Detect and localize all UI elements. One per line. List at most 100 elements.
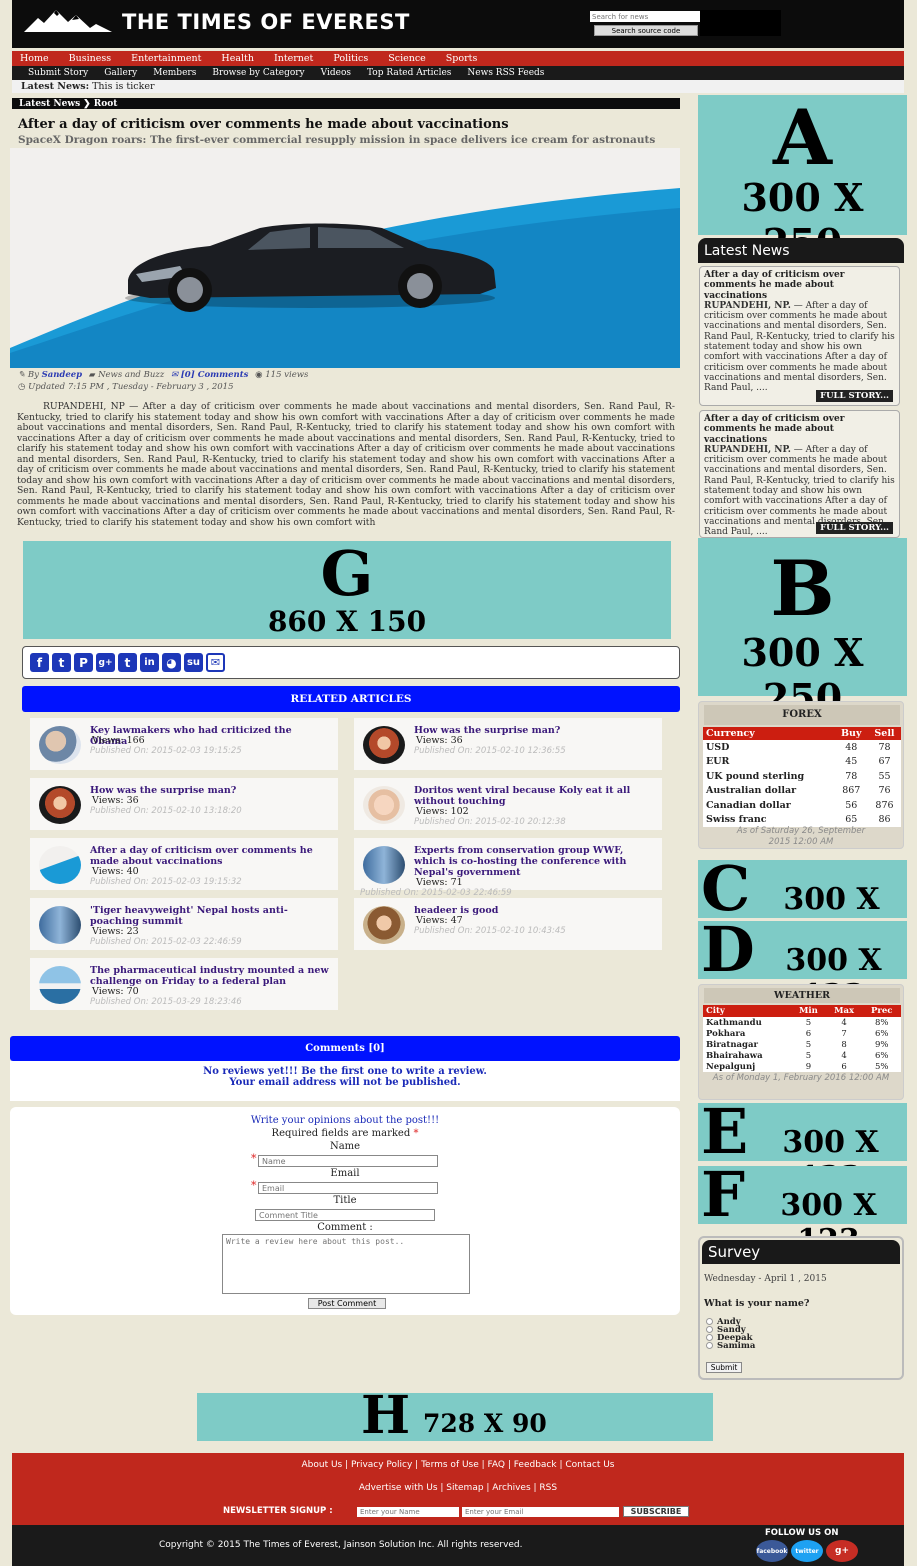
twitter-icon[interactable]: twitter [791, 1540, 823, 1562]
comments-link[interactable]: [0] Comments [181, 370, 249, 380]
radio-button[interactable] [706, 1342, 713, 1349]
ticker-text[interactable]: This is ticker [92, 81, 154, 92]
share-bar: f t P g+ t in ◕ su ✉ [22, 646, 680, 679]
related-item[interactable]: How was the surprise man? Views: 36 Publ… [354, 718, 662, 770]
related-title[interactable]: The pharmaceutical industry mounted a ne… [90, 965, 332, 987]
related-title[interactable]: 'Tiger heavyweight' Nepal hosts anti-poa… [90, 905, 332, 927]
ad-slot-e[interactable]: E 300 X 123 [698, 1097, 907, 1195]
mountain-logo-icon[interactable] [24, 6, 112, 34]
latest-news-heading: Latest News [698, 238, 904, 263]
ad-e-letter: E [701, 1095, 749, 1168]
name-field[interactable] [258, 1155, 438, 1167]
nav-home[interactable]: Home [20, 53, 57, 64]
author-link[interactable]: Sandeep [42, 370, 83, 380]
related-item[interactable]: The pharmaceutical industry mounted a ne… [30, 958, 338, 1010]
nav-internet[interactable]: Internet [274, 53, 321, 64]
sell-rate: 55 [867, 769, 901, 784]
breadcrumb-separator-icon: ❯ [83, 98, 91, 109]
nav-submit-story[interactable]: Submit Story [28, 68, 88, 78]
breadcrumb-root[interactable]: Root [94, 99, 118, 109]
pinterest-icon[interactable]: P [74, 653, 93, 672]
google-plus-icon[interactable]: g+ [96, 653, 115, 672]
nav-science[interactable]: Science [388, 53, 434, 64]
nav-gallery[interactable]: Gallery [104, 68, 137, 78]
radio-button[interactable] [706, 1318, 713, 1325]
published-label: Published On: [414, 817, 473, 827]
search-button[interactable]: Search source code [594, 25, 698, 36]
table-row: Nepalgunj 9 6 5% [703, 1061, 901, 1072]
related-title[interactable]: After a day of criticism over comments h… [90, 845, 332, 867]
reddit-icon[interactable]: ◕ [162, 653, 181, 672]
linkedin-icon[interactable]: in [140, 653, 159, 672]
related-item[interactable]: Experts from conservation group WWF, whi… [354, 838, 662, 898]
search-input[interactable] [590, 11, 718, 22]
title-field[interactable] [255, 1209, 435, 1221]
nav-browse-category[interactable]: Browse by Category [212, 68, 304, 78]
follow-us-label: FOLLOW US ON [765, 1528, 839, 1538]
category-link[interactable]: News and Buzz [98, 370, 164, 380]
google-plus-icon[interactable]: g+ [826, 1540, 858, 1562]
table-row: Pokhara 6 7 6% [703, 1028, 901, 1039]
ad-slot-g[interactable]: G 860 X 150 [23, 541, 671, 639]
table-row: Swiss franc 65 86 [703, 812, 901, 827]
ad-slot-f[interactable]: F 300 X 123 [698, 1160, 907, 1258]
ad-slot-d[interactable]: D 300 X 123 [698, 915, 907, 1013]
tumblr-icon[interactable]: t [118, 653, 137, 672]
footer-links-row-2[interactable]: Advertise with Us | Sitemap | Archives |… [12, 1483, 904, 1493]
table-row: EUR 45 67 [703, 754, 901, 769]
precipitation: 5% [862, 1061, 901, 1072]
currency-name: Australian dollar [703, 783, 835, 798]
ad-slot-h[interactable]: H 728 X 90 [197, 1387, 713, 1445]
related-item[interactable]: After a day of criticism over comments h… [30, 838, 338, 890]
facebook-icon[interactable]: f [30, 653, 49, 672]
nav-videos[interactable]: Videos [321, 68, 351, 78]
post-comment-button[interactable]: Post Comment [308, 1298, 386, 1309]
full-story-button[interactable]: FULL STORY... [816, 522, 893, 534]
radio-button[interactable] [706, 1334, 713, 1341]
related-title[interactable]: Experts from conservation group WWF, whi… [414, 845, 656, 878]
related-item[interactable]: Key lawmakers who had criticized the Oba… [30, 718, 338, 770]
site-title[interactable]: THE TIMES OF EVEREST [122, 10, 410, 34]
related-item[interactable]: 'Tiger heavyweight' Nepal hosts anti-poa… [30, 898, 338, 950]
newsletter-email-input[interactable] [462, 1507, 619, 1517]
related-title[interactable]: Doritos went viral because Koly eat it a… [414, 785, 656, 807]
clock-icon: ◷ [18, 382, 29, 392]
views-count: 40 [126, 866, 139, 877]
twitter-icon[interactable]: t [52, 653, 71, 672]
email-icon[interactable]: ✉ [206, 653, 225, 672]
related-item[interactable]: headeer is good Views: 47 Published On: … [354, 898, 662, 950]
stumbleupon-icon[interactable]: su [184, 653, 203, 672]
subscribe-button[interactable]: SUBSCRIBE [623, 1506, 689, 1517]
thumbnail-image [39, 846, 81, 884]
survey-option[interactable]: Samima [706, 1342, 755, 1350]
nav-business[interactable]: Business [69, 53, 120, 64]
nav-sports[interactable]: Sports [446, 53, 486, 64]
breadcrumb-latest-news[interactable]: Latest News [19, 99, 80, 109]
related-item[interactable]: Doritos went viral because Koly eat it a… [354, 778, 662, 830]
thumbnail-image [39, 906, 81, 944]
ad-slot-c[interactable]: C 300 X 123 [698, 854, 907, 952]
ad-slot-b[interactable]: B 300 X 250 [698, 538, 907, 720]
news-card-title[interactable]: After a day of criticism over comments h… [704, 414, 844, 445]
related-item[interactable]: How was the surprise man? Views: 36 Publ… [30, 778, 338, 830]
email-field[interactable] [258, 1182, 438, 1194]
newsletter-name-input[interactable] [357, 1507, 459, 1517]
nav-top-rated[interactable]: Top Rated Articles [367, 68, 451, 78]
facebook-icon[interactable]: facebook [756, 1540, 788, 1562]
nav-entertainment[interactable]: Entertainment [131, 53, 209, 64]
comment-textarea[interactable] [222, 1234, 470, 1294]
nav-politics[interactable]: Politics [333, 53, 376, 64]
name-label: Name [329, 1141, 361, 1152]
city-name: Kathmandu [703, 1017, 791, 1028]
full-story-button[interactable]: FULL STORY... [816, 390, 893, 402]
news-card-title[interactable]: After a day of criticism over comments h… [704, 270, 844, 301]
footer-links-row-1[interactable]: About Us | Privacy Policy | Terms of Use… [12, 1460, 904, 1470]
radio-button[interactable] [706, 1326, 713, 1333]
nav-members[interactable]: Members [153, 68, 196, 78]
nav-health[interactable]: Health [221, 53, 262, 64]
views-label: Views: [92, 795, 124, 806]
survey-submit-button[interactable]: Submit [706, 1362, 742, 1373]
thumbnail-image [363, 786, 405, 824]
nav-rss-feeds[interactable]: News RSS Feeds [467, 68, 544, 78]
ad-slot-a[interactable]: A 300 X 250 [698, 95, 907, 265]
